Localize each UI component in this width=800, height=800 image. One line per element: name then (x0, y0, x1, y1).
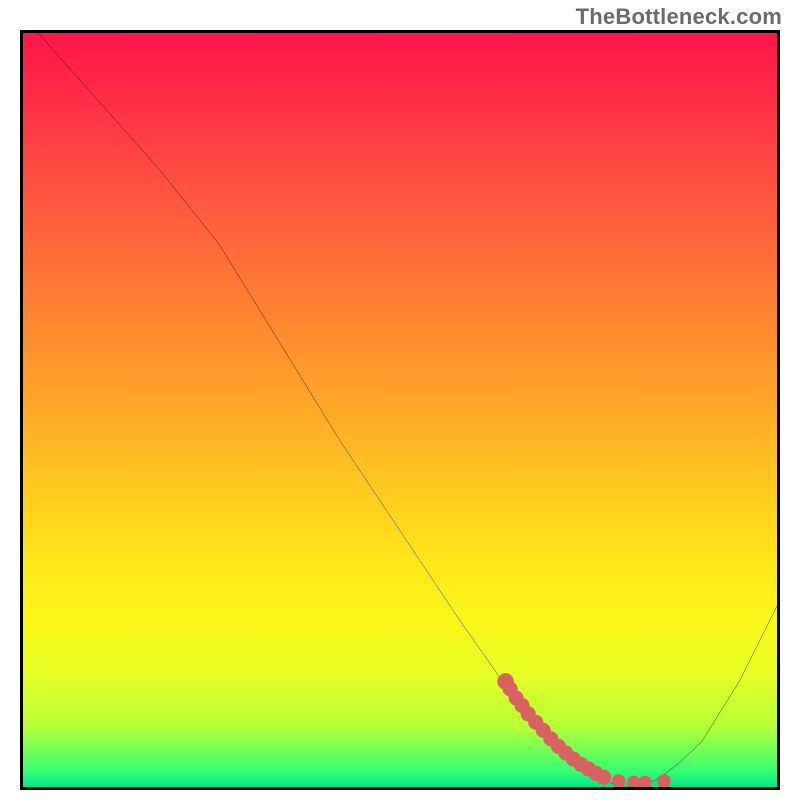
plot-area (20, 30, 780, 790)
watermark-text: TheBottleneck.com (576, 4, 782, 30)
chart-frame: TheBottleneck.com (0, 0, 800, 800)
marker-dot (612, 774, 626, 787)
marker-dot (657, 774, 671, 787)
marker-dot (596, 770, 611, 785)
marker-dot (638, 776, 652, 787)
highlight-markers (23, 33, 777, 787)
